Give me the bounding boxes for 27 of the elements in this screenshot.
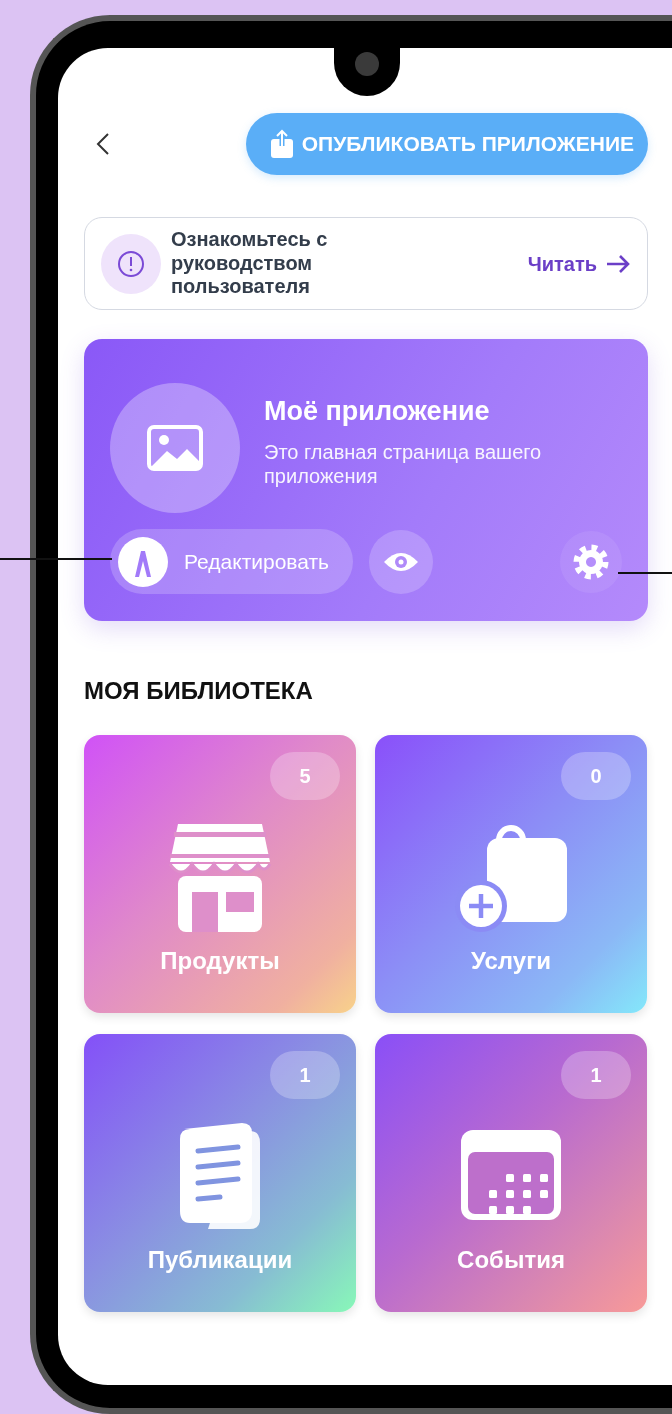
leader-line xyxy=(618,572,672,574)
image-icon xyxy=(147,425,203,471)
library-tile[interactable]: 1 События xyxy=(375,1034,647,1312)
publish-button[interactable]: ОПУБЛИКОВАТЬ ПРИЛОЖЕНИЕ xyxy=(245,113,648,175)
edit-button[interactable]: Редактировать xyxy=(110,529,354,594)
calendar-icon xyxy=(459,1128,563,1222)
settings-icon xyxy=(572,542,610,581)
arrow-right-icon xyxy=(605,253,631,274)
count-pill: 1 xyxy=(561,1051,631,1099)
pen-tip-icon xyxy=(118,536,168,587)
tile-label: Услуги xyxy=(471,946,551,976)
count-pill: 1 xyxy=(270,1051,340,1099)
library-tile[interactable]: 5 Продукты xyxy=(84,735,356,1013)
tile-label: События xyxy=(457,1245,565,1275)
read-link[interactable]: Читать xyxy=(527,248,631,279)
library-heading: МОЯ БИБЛИОТЕКА xyxy=(84,676,314,706)
count-pill: 0 xyxy=(561,752,631,800)
tile-label: Публикации xyxy=(147,1245,293,1275)
count-pill: 5 xyxy=(270,752,340,800)
library-tile[interactable]: 0 Услуги xyxy=(375,735,647,1013)
tile-label: Продукты xyxy=(160,946,280,976)
alert-icon xyxy=(101,233,161,294)
app-subtitle: Это главная страница вашего приложения xyxy=(264,439,543,488)
guide-text: Ознакомьтесь с руководством пользователя xyxy=(171,228,329,299)
app-title: Моё приложение xyxy=(264,395,491,428)
upload-icon xyxy=(269,129,294,159)
library-tile[interactable]: 1 Публикации xyxy=(84,1034,356,1312)
